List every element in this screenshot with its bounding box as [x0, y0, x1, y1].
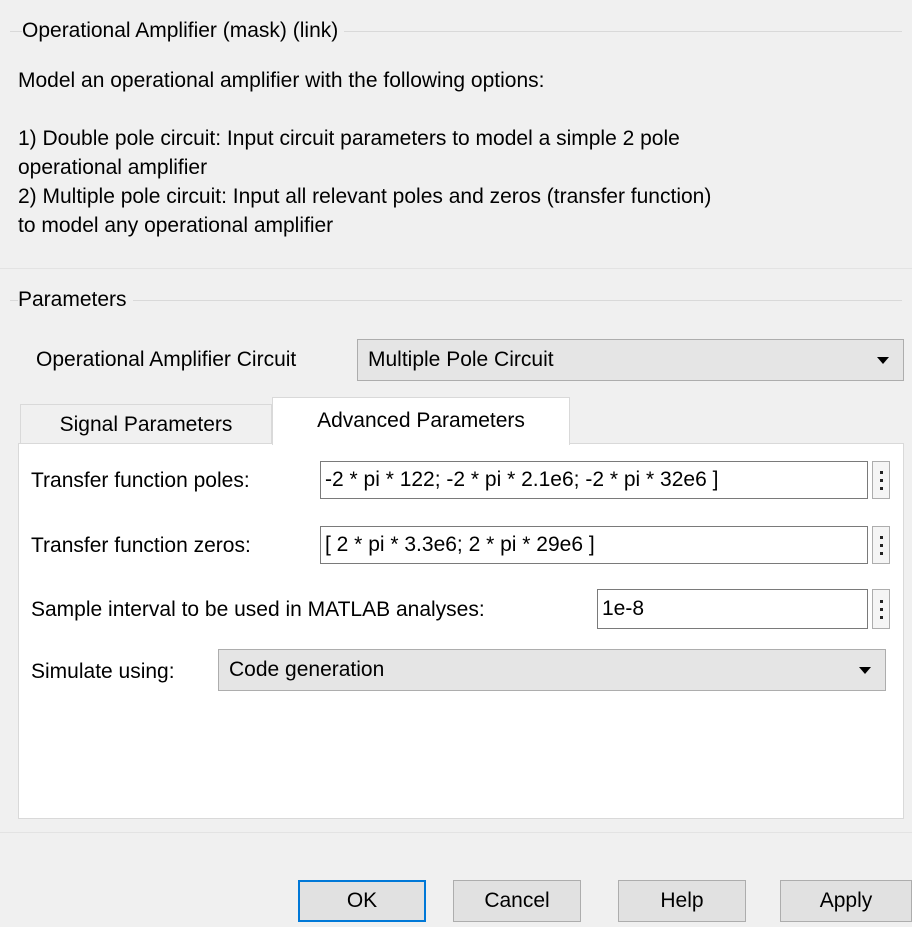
- sample-interval-label: Sample interval to be used in MATLAB ana…: [31, 598, 485, 621]
- simulate-using-value: Code generation: [229, 658, 385, 681]
- poles-label: Transfer function poles:: [31, 469, 250, 492]
- parameters-title: Parameters: [18, 286, 133, 314]
- parameters-group-rule: [10, 300, 902, 301]
- chevron-down-icon: [859, 667, 871, 674]
- zeros-input[interactable]: [ 2 * pi * 3.3e6; 2 * pi * 29e6 ]: [320, 526, 868, 564]
- simulate-using-label: Simulate using:: [31, 660, 175, 683]
- poles-more-options-icon[interactable]: [872, 461, 890, 499]
- cancel-button[interactable]: Cancel: [453, 880, 581, 922]
- apply-button[interactable]: Apply: [780, 880, 912, 922]
- circuit-label: Operational Amplifier Circuit: [36, 348, 297, 371]
- zeros-label: Transfer function zeros:: [31, 534, 251, 557]
- mask-title: Operational Amplifier (mask) (link): [22, 17, 345, 45]
- chevron-down-icon: [877, 357, 889, 364]
- tab-advanced-parameters[interactable]: Advanced Parameters: [272, 397, 570, 445]
- sample-interval-input[interactable]: 1e-8: [597, 589, 868, 629]
- simulate-using-dropdown[interactable]: Code generation: [218, 649, 886, 691]
- circuit-dropdown[interactable]: Multiple Pole Circuit: [357, 339, 904, 381]
- tab-label: Advanced Parameters: [317, 409, 525, 432]
- sample-interval-more-options-icon[interactable]: [872, 589, 890, 629]
- footer-divider: [0, 832, 912, 833]
- poles-input[interactable]: -2 * pi * 122; -2 * pi * 2.1e6; -2 * pi …: [320, 461, 868, 499]
- help-button[interactable]: Help: [618, 880, 746, 922]
- circuit-dropdown-value: Multiple Pole Circuit: [368, 348, 554, 371]
- mask-description: Model an operational amplifier with the …: [18, 69, 712, 237]
- tab-label: Signal Parameters: [59, 413, 233, 436]
- ok-button[interactable]: OK: [298, 880, 426, 922]
- advanced-parameters-panel: Transfer function poles: -2 * pi * 122; …: [18, 443, 904, 819]
- section-divider: [0, 268, 912, 269]
- zeros-more-options-icon[interactable]: [872, 526, 890, 564]
- tab-signal-parameters[interactable]: Signal Parameters: [20, 404, 272, 444]
